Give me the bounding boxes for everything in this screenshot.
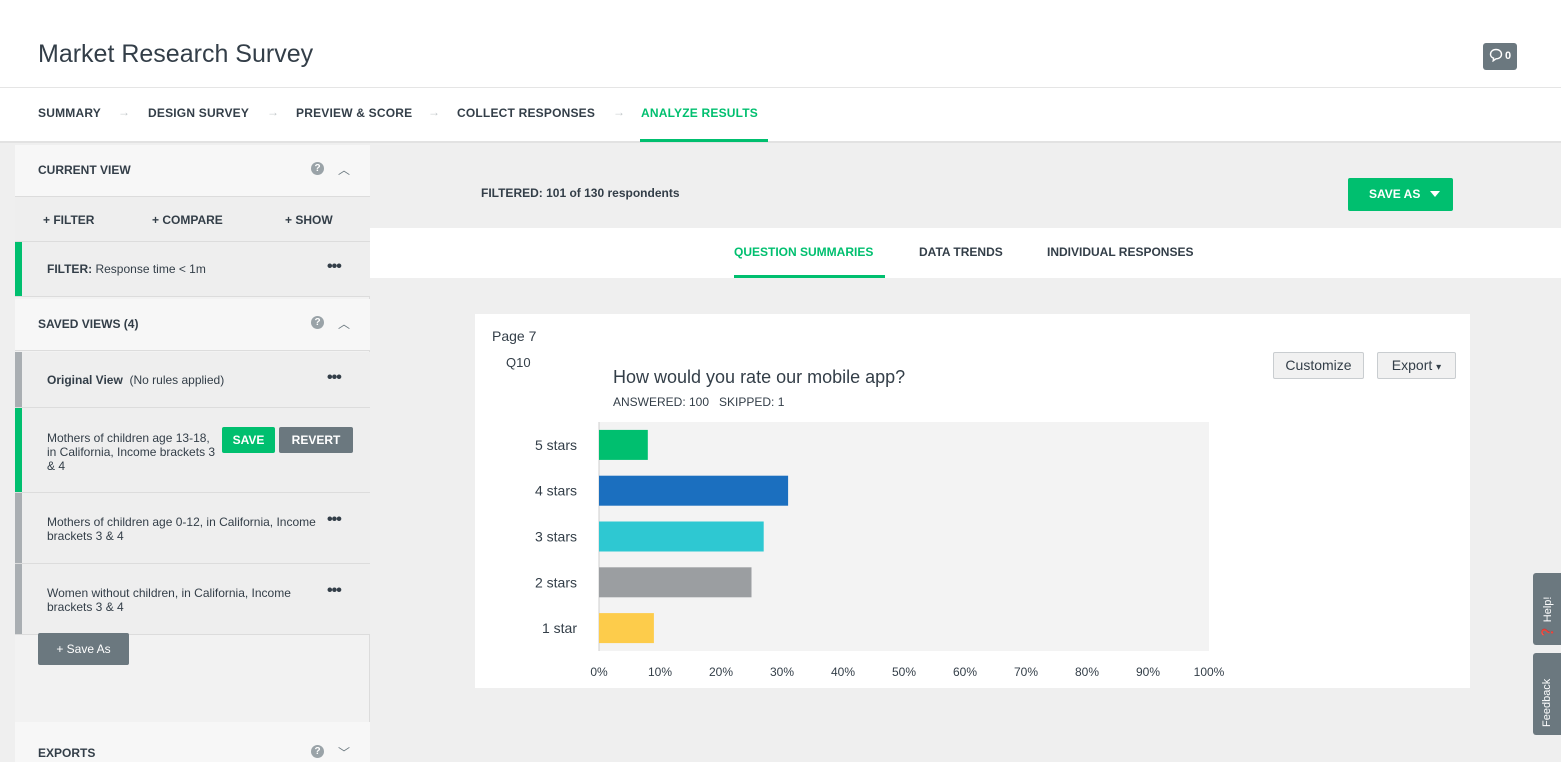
help-text: Help!: [1542, 596, 1554, 623]
header: Market Research Survey 0: [0, 0, 1561, 88]
saved-views-heading: SAVED VIEWS (4): [38, 317, 139, 331]
x-tick-label: 100%: [1194, 665, 1225, 679]
view-indicator: [15, 493, 22, 563]
x-tick-label: 30%: [770, 665, 794, 679]
original-view-label: Original View (No rules applied): [47, 373, 224, 387]
saved-view-label: Mothers of children age 0-12, in Califor…: [47, 515, 316, 543]
saved-view-item[interactable]: Women without children, in California, I…: [15, 564, 370, 635]
help-icon[interactable]: ?: [311, 316, 324, 329]
comment-icon: [1489, 48, 1503, 62]
x-tick-label: 50%: [892, 665, 916, 679]
add-show-button[interactable]: + SHOW: [285, 213, 333, 227]
bar-3-stars[interactable]: [599, 521, 764, 552]
view-indicator: [15, 408, 22, 492]
feedback-tab-label: Feedback: [1541, 678, 1553, 727]
results-tabs: QUESTION SUMMARIES DATA TRENDS INDIVIDUA…: [370, 228, 1561, 278]
help-tab-label: ❓ Help!: [1542, 596, 1554, 639]
saved-view-label: Mothers of children age 13-18, in Califo…: [47, 431, 216, 473]
active-tab-indicator: [734, 275, 885, 278]
x-tick-label: 60%: [953, 665, 977, 679]
more-options-icon[interactable]: •••: [327, 511, 342, 529]
add-filter-button[interactable]: + FILTER: [43, 213, 94, 227]
step-design-survey[interactable]: DESIGN SURVEY: [148, 106, 249, 120]
add-compare-button[interactable]: + COMPARE: [152, 213, 223, 227]
save-as-view-button[interactable]: + Save As: [38, 633, 129, 665]
more-options-icon[interactable]: •••: [327, 258, 342, 276]
save-as-button[interactable]: SAVE AS: [1348, 178, 1453, 211]
filter-key: FILTER:: [47, 262, 93, 276]
x-tick-label: 10%: [648, 665, 672, 679]
x-tick-label: 80%: [1075, 665, 1099, 679]
bar-4-stars[interactable]: [599, 475, 789, 506]
original-view-note: (No rules applied): [129, 373, 225, 387]
tab-question-summaries[interactable]: QUESTION SUMMARIES: [734, 245, 873, 259]
comments-button[interactable]: 0: [1483, 43, 1517, 70]
saved-view-original[interactable]: Original View (No rules applied) •••: [15, 352, 370, 408]
chevron-up-icon[interactable]: ︿: [338, 315, 350, 332]
active-filter-row[interactable]: FILTER: Response time < 1m •••: [15, 242, 370, 297]
arrow-right-icon: →: [428, 105, 440, 119]
filter-text: FILTER: Response time < 1m: [47, 262, 206, 276]
current-view-heading: CURRENT VIEW: [38, 163, 131, 177]
step-navigation: SUMMARY → DESIGN SURVEY → PREVIEW & SCOR…: [0, 88, 1561, 143]
x-tick-label: 0%: [590, 665, 608, 679]
revert-view-button[interactable]: REVERT: [279, 427, 353, 453]
saved-view-item[interactable]: Mothers of children age 13-18, in Califo…: [15, 408, 370, 493]
step-preview-score[interactable]: PREVIEW & SCORE: [296, 106, 412, 120]
filter-value: Response time < 1m: [95, 262, 206, 276]
tab-individual-responses[interactable]: INDIVIDUAL RESPONSES: [1047, 245, 1193, 259]
feedback-tab[interactable]: Feedback: [1533, 653, 1561, 735]
bar-chart: 5 stars 4 stars 3 stars 2 stars 1 star 0% 10% 2…: [535, 422, 1225, 679]
x-tick-label: 40%: [831, 665, 855, 679]
exports-header[interactable]: EXPORTS ? ﹀: [15, 722, 370, 762]
chevron-up-icon[interactable]: ︿: [338, 161, 350, 178]
saved-views-header[interactable]: SAVED VIEWS (4) ? ︿: [15, 299, 370, 351]
sidebar: CURRENT VIEW ? ︿ + FILTER + COMPARE + SH…: [15, 145, 370, 762]
category-label: 5 stars: [535, 437, 577, 453]
bar-2-stars[interactable]: [599, 567, 752, 598]
help-icon[interactable]: ?: [311, 162, 324, 175]
x-tick-label: 90%: [1136, 665, 1160, 679]
filtered-summary: FILTERED: 101 of 130 respondents: [481, 186, 680, 200]
arrow-right-icon: →: [267, 105, 279, 119]
bar-1-star[interactable]: [599, 613, 654, 644]
more-options-icon[interactable]: •••: [327, 369, 342, 387]
arrow-right-icon: →: [613, 105, 625, 119]
step-collect-responses[interactable]: COLLECT RESPONSES: [457, 106, 595, 120]
exports-heading: EXPORTS: [38, 746, 96, 760]
saved-view-label: Women without children, in California, I…: [47, 586, 291, 614]
step-summary[interactable]: SUMMARY: [38, 106, 101, 120]
current-view-header[interactable]: CURRENT VIEW ? ︿: [15, 145, 370, 197]
caret-down-icon: [1429, 191, 1440, 197]
view-indicator: [15, 352, 22, 407]
tab-data-trends[interactable]: DATA TRENDS: [919, 245, 1003, 259]
question-card: Page 7 Q10 How would you rate our mobile…: [475, 314, 1470, 688]
survey-title: Market Research Survey: [38, 40, 314, 68]
step-analyze-results[interactable]: ANALYZE RESULTS: [641, 106, 758, 120]
help-tab[interactable]: ❓ Help!: [1533, 573, 1561, 645]
x-tick-label: 70%: [1014, 665, 1038, 679]
help-icon[interactable]: ?: [311, 745, 324, 758]
category-label: 3 stars: [535, 529, 577, 545]
filter-indicator: [15, 242, 22, 296]
bar-5-stars[interactable]: [599, 429, 648, 460]
arrow-right-icon: →: [118, 105, 130, 119]
active-step-indicator: [640, 139, 768, 142]
category-label: 2 stars: [535, 574, 577, 590]
category-label: 1 star: [542, 620, 577, 636]
x-tick-label: 20%: [709, 665, 733, 679]
chevron-down-icon[interactable]: ﹀: [338, 744, 350, 761]
original-view-name: Original View: [47, 373, 123, 387]
saved-view-item[interactable]: Mothers of children age 0-12, in Califor…: [15, 493, 370, 564]
more-options-icon[interactable]: •••: [327, 582, 342, 600]
comment-count: 0: [1505, 50, 1512, 62]
save-as-label: SAVE AS: [1369, 187, 1421, 201]
view-indicator: [15, 564, 22, 634]
view-actions: + FILTER + COMPARE + SHOW: [15, 197, 370, 242]
category-label: 4 stars: [535, 483, 577, 499]
save-view-button[interactable]: SAVE: [222, 427, 275, 453]
